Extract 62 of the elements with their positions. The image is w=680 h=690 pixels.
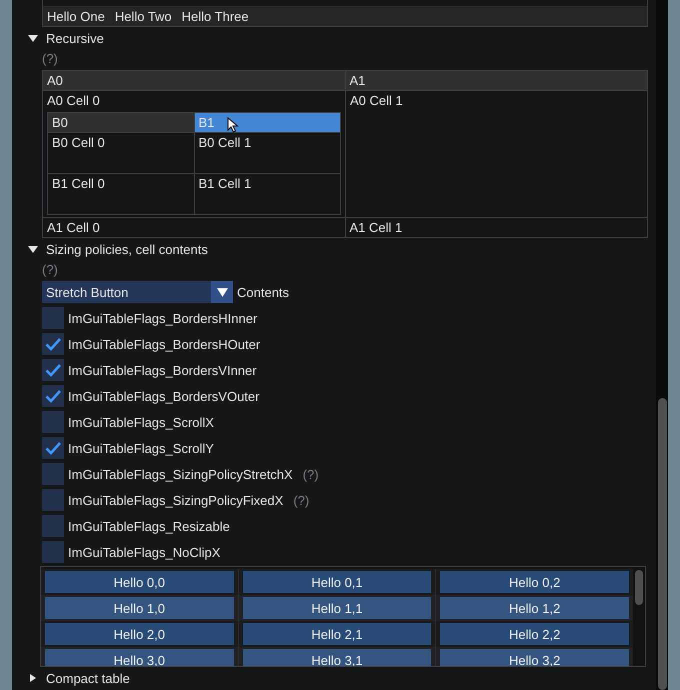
help-marker[interactable]: (?) <box>302 466 319 482</box>
checkbox[interactable] <box>42 489 64 511</box>
checkbox[interactable] <box>42 515 64 537</box>
table-cell: Hello One <box>47 9 105 24</box>
checkbox[interactable] <box>42 307 64 329</box>
table-button[interactable]: Hello 0,1 <box>242 571 432 593</box>
help-marker[interactable]: (?) <box>42 262 58 276</box>
column-header[interactable]: A0 <box>43 71 344 90</box>
table-cell: Hello Two <box>114 9 172 24</box>
scrollbar-thumb[interactable] <box>635 570 643 605</box>
table-button[interactable]: Hello 3,2 <box>440 649 630 666</box>
checkbox-label[interactable]: ImGuiTableFlags_SizingPolicyStretchX <box>68 466 293 482</box>
table-cell-text: B0 Cell 0 <box>51 134 106 152</box>
table-cell: B0 Cell 1 <box>194 133 340 173</box>
table-button[interactable]: Hello 3,0 <box>45 649 234 666</box>
checkbox-label[interactable]: ImGuiTableFlags_BordersHOuter <box>68 336 260 352</box>
collapse-arrow-icon <box>28 244 38 254</box>
dropdown-arrow-icon <box>216 286 228 298</box>
checkbox-label[interactable]: ImGuiTableFlags_SizingPolicyFixedX <box>68 492 284 508</box>
checkbox-label[interactable]: ImGuiTableFlags_ScrollX <box>68 414 214 430</box>
help-marker[interactable]: (?) <box>42 50 58 66</box>
checkbox-label[interactable]: ImGuiTableFlags_BordersVOuter <box>68 388 260 404</box>
contents-dropdown[interactable]: Stretch Button <box>42 281 233 303</box>
table-button[interactable]: Hello 2,0 <box>45 623 234 645</box>
dropdown-label: Contents <box>237 284 290 300</box>
table-cell: B1 Cell 1 <box>194 174 340 214</box>
table-button[interactable]: Hello 0,2 <box>440 571 630 593</box>
checkbox-label[interactable]: ImGuiTableFlags_Resizable <box>68 518 230 534</box>
table-button[interactable]: Hello 1,1 <box>242 597 432 619</box>
checkbox[interactable] <box>42 359 64 381</box>
checkbox[interactable] <box>42 333 64 355</box>
checkbox-label[interactable]: ImGuiTableFlags_BordersHInner <box>68 310 258 326</box>
table-cell-text: A1 Cell 0 <box>47 219 100 237</box>
table-button[interactable]: Hello 0,0 <box>45 571 234 593</box>
tree-node[interactable]: Sizing policies, cell contents <box>28 239 652 259</box>
checkbox[interactable] <box>42 385 64 407</box>
tree-node[interactable]: Compact table <box>28 668 652 688</box>
checkbox-label[interactable]: ImGuiTableFlags_ScrollY <box>68 440 214 456</box>
tree-node[interactable]: Recursive <box>28 28 652 48</box>
table-cell-text: A1 Cell 1 <box>350 219 402 237</box>
checkbox[interactable] <box>42 541 64 563</box>
help-marker[interactable]: (?) <box>293 492 310 508</box>
mouse-cursor-icon <box>226 117 238 133</box>
table-button[interactable]: Hello 2,2 <box>440 623 630 645</box>
table-cell: Hello Three <box>182 9 249 24</box>
checkbox[interactable] <box>42 437 64 459</box>
expand-arrow-icon <box>28 673 38 683</box>
table-cell-text: B1 Cell 0 <box>51 175 106 193</box>
table-button[interactable]: Hello 1,2 <box>440 597 630 619</box>
table-button[interactable]: Hello 3,1 <box>242 649 432 666</box>
column-header[interactable]: A1 <box>344 71 647 90</box>
table-cell-text: A0 Cell 0 <box>47 92 100 110</box>
checkbox[interactable] <box>42 463 64 485</box>
checkbox-label[interactable]: ImGuiTableFlags_BordersVInner <box>68 362 257 378</box>
table-button[interactable]: Hello 2,1 <box>242 623 432 645</box>
column-header[interactable]: B0 <box>48 113 194 132</box>
table-cell-text: A0 Cell 1 <box>350 92 403 110</box>
checkbox-label[interactable]: ImGuiTableFlags_NoClipX <box>68 544 220 560</box>
collapse-arrow-icon <box>28 33 38 43</box>
table-button[interactable]: Hello 1,0 <box>45 597 234 619</box>
checkbox[interactable] <box>42 411 64 433</box>
scrollbar-thumb[interactable] <box>658 398 667 690</box>
